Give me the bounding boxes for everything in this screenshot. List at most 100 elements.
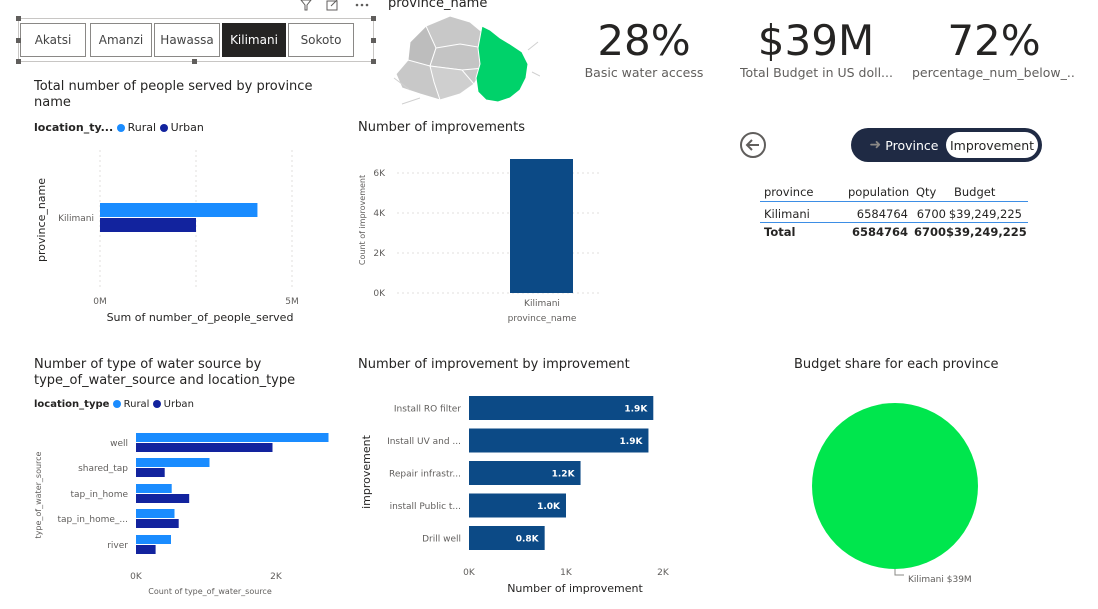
water-source-chart: well shared_tap tap_in_home tap_in_home_...… [34,433,329,596]
legend-item-rural[interactable]: Rural [112,399,150,410]
table-header-row: province population Qty Budget [760,182,1028,202]
table-cell: Total [764,224,796,239]
table-row[interactable]: Kilimani 6584764 6700 $39,249,225 [760,206,1028,223]
y-tick-label: river [107,541,128,551]
y-tick-label: 0K [373,289,386,299]
resize-handle[interactable] [16,59,21,64]
x-axis-title: Number of improvement [507,582,643,595]
filter-icon[interactable] [300,0,312,11]
kpi-label: Total Budget in US doll... [740,65,892,80]
x-axis-title: Count of type_of_water_source [148,587,272,596]
legend-label: Urban [170,121,204,134]
y-tick-label: 4K [373,209,386,219]
table-cell: 6584764 [856,207,908,221]
y-tick-label: Repair infrastr... [389,470,461,480]
bar-urban[interactable] [136,545,156,554]
table-header[interactable]: population [848,185,912,199]
y-tick-label: shared_tap [78,464,128,474]
legend-title: location_type [34,399,110,410]
table-total-row: Total 6584764 6700 $39,249,225 [760,223,1028,240]
slicer-item-sokoto[interactable]: Sokoto [288,23,354,57]
data-label: 1.0K [537,502,561,512]
arrow-right-icon: ➜ [869,137,882,153]
table-cell: 6584764 [851,224,908,239]
data-label: 1.9K [620,437,644,447]
chart-title: Number of type of water source by type_o… [34,357,296,388]
legend-item-urban[interactable]: Urban [159,121,204,134]
pie-slice-kilimani[interactable] [812,403,978,569]
data-label: 1.2K [552,470,576,480]
page-navigator-toggle: ➜ Province Improvement [851,128,1042,162]
legend-marker [112,400,121,408]
focus-mode-icon[interactable] [326,0,338,11]
resize-handle[interactable] [371,59,376,64]
bar-urban[interactable] [136,519,179,528]
table-header[interactable]: Budget [952,185,1024,199]
slicer-item-kilimani[interactable]: Kilimani [222,23,286,57]
table-cell: 6700 [913,224,946,239]
legend-label: Urban [163,399,194,410]
bar-rural[interactable] [100,203,258,217]
chart-title: Number of improvement by improvement [358,357,630,372]
y-tick-label: well [110,439,128,449]
kpi-label: Basic water access [584,65,704,80]
x-tick-label: 1K [560,568,573,578]
improvements-count-chart: 0K 2K 4K 6K Count of improvement Kilimani prov… [358,159,600,324]
toggle-improvement-button[interactable]: Improvement [946,132,1038,158]
y-tick-label: tap_in_home [71,490,129,500]
bar-rural[interactable] [136,458,210,467]
map-region-other[interactable] [429,43,485,71]
legend-marker [159,124,168,132]
resize-handle[interactable] [16,16,21,21]
y-tick-label: 6K [373,169,386,179]
province-map [393,15,540,105]
chart-title: Budget share for each province [794,357,999,372]
x-tick-label: 2K [657,568,670,578]
bar-improvements[interactable] [510,159,573,293]
kpi-value: 28% [597,16,691,65]
chart-title: Total number of people served by provinc… [34,79,313,110]
resize-handle[interactable] [192,59,197,64]
resize-handle[interactable] [371,16,376,21]
y-tick-label: Install UV and ... [387,437,461,447]
bar-urban[interactable] [136,468,165,477]
bar-urban[interactable] [100,218,196,232]
bar-rural[interactable] [136,433,329,442]
kpi-value: $39M [757,16,875,65]
table-cell: Kilimani [764,207,810,221]
bar-rural[interactable] [136,535,171,544]
slicer-item-amanzi[interactable]: Amanzi [90,23,152,57]
people-served-chart: 0M 5M Sum of number_of_people_served provin… [35,150,299,324]
legend-item-urban[interactable]: Urban [152,399,194,410]
bar-rural[interactable] [136,509,175,518]
y-tick-label: tap_in_home_... [57,515,128,525]
resize-handle[interactable] [16,38,21,43]
bar-urban[interactable] [136,443,273,452]
resize-handle[interactable] [371,38,376,43]
legend-item-rural[interactable]: Rural [116,121,157,134]
legend-label: Rural [123,399,150,410]
visual-header [300,0,369,11]
bar-rural[interactable] [136,484,172,493]
bar-urban[interactable] [136,494,190,503]
map-region-kilimani[interactable] [475,25,529,103]
y-axis-title: Count of improvement [358,175,367,265]
x-axis-title: Sum of number_of_people_served [107,311,294,324]
slicer-item-hawassa[interactable]: Hawassa [154,23,220,57]
y-tick-label: Drill well [422,535,461,545]
y-tick-label: Kilimani [58,214,94,224]
legend-marker [152,400,161,408]
kpi-card-basic-access: 28% Basic water access [574,16,714,80]
kpi-value: 72% [947,16,1041,65]
back-arrow-icon[interactable] [739,130,769,160]
table-header[interactable]: province [760,185,848,199]
kpi-card-total-budget: $39M Total Budget in US doll... [740,16,892,80]
x-tick-label: 0K [130,572,143,582]
toggle-province-button[interactable]: ➜ Province [859,133,949,157]
legend-marker [116,124,125,132]
more-options-icon[interactable] [355,3,369,7]
legend-label: Rural [127,121,157,134]
slicer-item-akatsi[interactable]: Akatsi [20,23,86,57]
table-header[interactable]: Qty [912,185,952,199]
legend-title: location_ty... [34,121,114,134]
